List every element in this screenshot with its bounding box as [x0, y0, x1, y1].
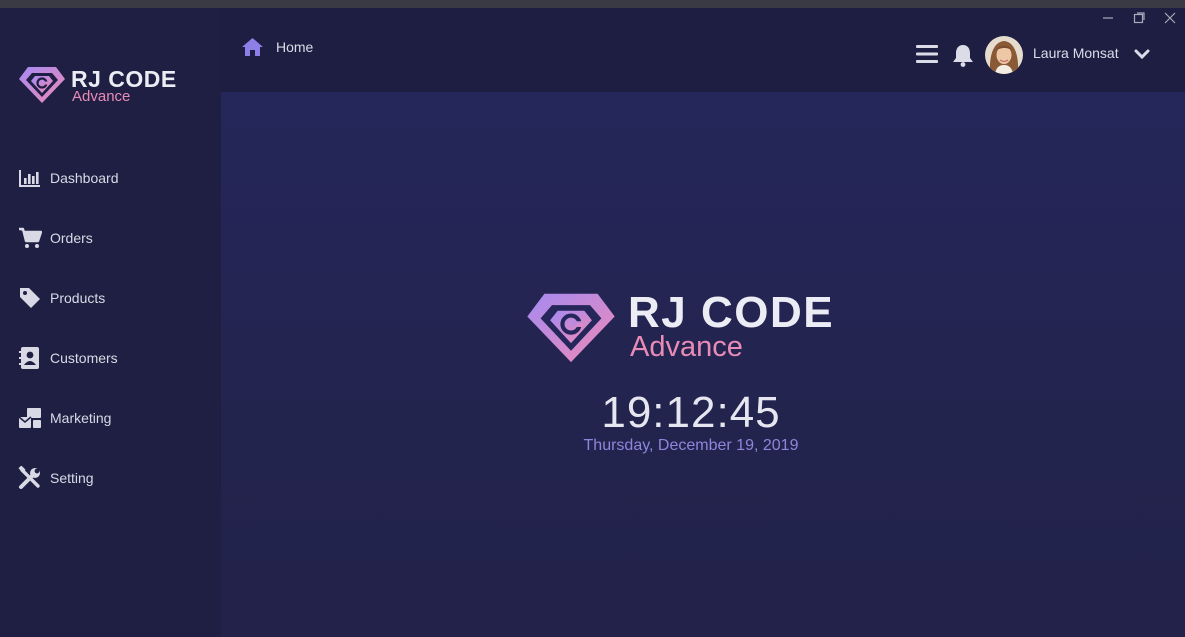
sidebar-item-label: Orders: [50, 230, 93, 246]
bar-chart-icon: [18, 166, 42, 190]
app-window: RJ CODE Advance Dashboard Orders Product…: [0, 8, 1185, 637]
tools-icon: [18, 466, 42, 490]
chevron-down-icon[interactable]: [1134, 48, 1150, 60]
tag-icon: [18, 286, 42, 310]
user-name[interactable]: Laura Monsat: [1033, 45, 1119, 61]
bell-icon[interactable]: [952, 43, 974, 67]
top-bar: Home Laura Monsat: [221, 8, 1185, 92]
sidebar-item-label: Dashboard: [50, 170, 119, 186]
clock-date: Thursday, December 19, 2019: [583, 437, 799, 454]
window-controls: [1092, 8, 1185, 28]
restore-icon: [1133, 12, 1145, 24]
sidebar-item-label: Products: [50, 290, 106, 306]
menu-icon[interactable]: [916, 44, 938, 64]
close-icon: [1164, 12, 1175, 24]
address-book-icon: [18, 346, 42, 370]
sidebar-item-products[interactable]: Products: [0, 278, 221, 318]
mail-bulk-icon: [18, 406, 42, 430]
clock-time: 19:12:45: [601, 388, 781, 437]
sidebar: RJ CODE Advance Dashboard Orders Product…: [0, 8, 221, 637]
main-content: RJ CODE Advance 19:12:45 Thursday, Decem…: [221, 92, 1185, 637]
brand-subtitle: Advance: [72, 88, 131, 105]
sidebar-item-label: Marketing: [50, 410, 112, 426]
sidebar-item-marketing[interactable]: Marketing: [0, 398, 221, 438]
shopping-cart-icon: [18, 226, 42, 250]
sidebar-item-label: Setting: [50, 470, 94, 486]
sidebar-item-customers[interactable]: Customers: [0, 338, 221, 378]
window-frame-top: [0, 0, 1185, 8]
brand-subtitle-large: Advance: [630, 331, 743, 363]
sidebar-item-setting[interactable]: Setting: [0, 458, 221, 498]
minimize-button[interactable]: [1092, 8, 1123, 28]
sidebar-logo: RJ CODE Advance: [18, 64, 208, 108]
center-logo: RJ CODE Advance: [525, 288, 865, 368]
breadcrumb: Home: [241, 36, 313, 58]
avatar[interactable]: [985, 36, 1023, 74]
diamond-logo-icon: [19, 67, 65, 103]
sidebar-item-label: Customers: [50, 350, 118, 366]
diamond-logo-icon: [527, 293, 615, 363]
breadcrumb-current: Home: [276, 39, 314, 55]
home-icon: [242, 38, 263, 56]
minimize-icon: [1102, 17, 1113, 19]
sidebar-item-dashboard[interactable]: Dashboard: [0, 158, 221, 198]
sidebar-item-orders[interactable]: Orders: [0, 218, 221, 258]
close-button[interactable]: [1154, 8, 1185, 28]
restore-button[interactable]: [1123, 8, 1154, 28]
